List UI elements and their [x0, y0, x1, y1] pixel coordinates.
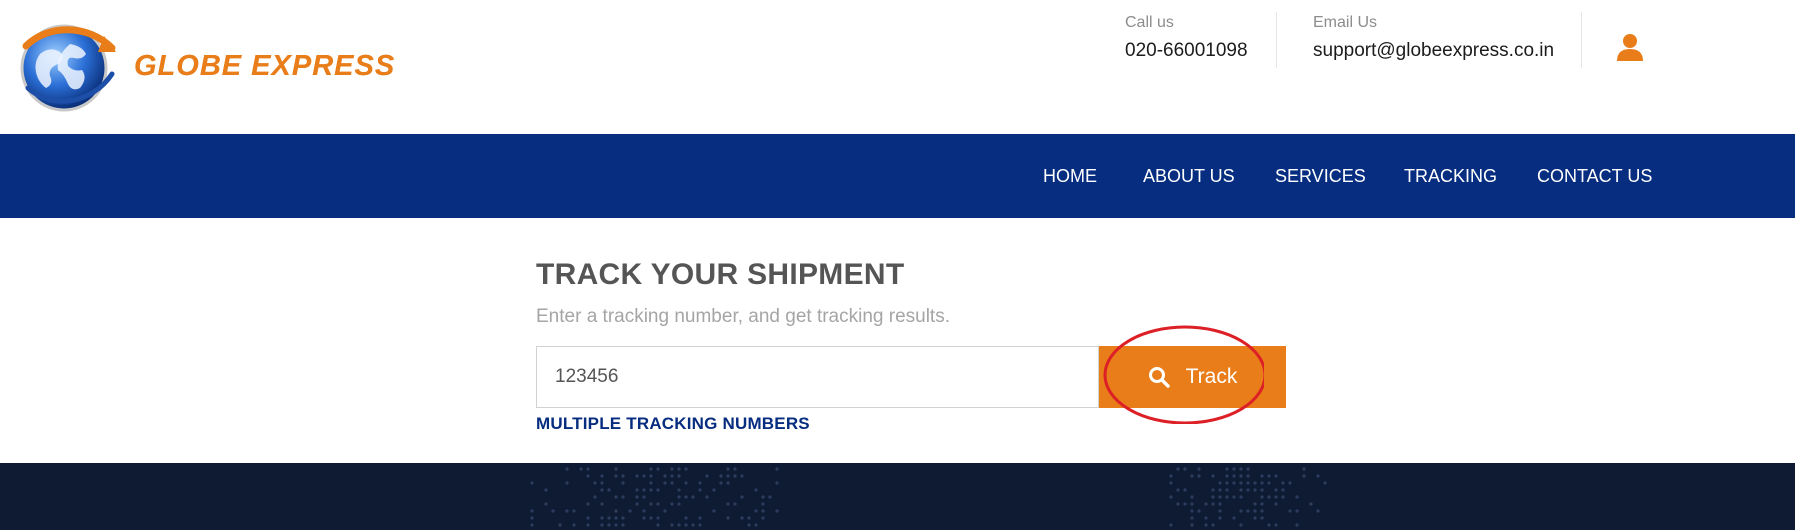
main-nav: HOME ABOUT US SERVICES TRACKING CONTACT …	[0, 134, 1795, 218]
brand-name: GLOBE EXPRESS	[134, 50, 395, 83]
nav-contact-us[interactable]: CONTACT US	[1537, 134, 1652, 218]
nav-services[interactable]: SERVICES	[1275, 134, 1366, 218]
nav-about-us[interactable]: ABOUT US	[1143, 134, 1235, 218]
header-divider	[1276, 12, 1277, 68]
header-divider	[1581, 12, 1582, 68]
nav-tracking[interactable]: TRACKING	[1404, 134, 1497, 218]
site-header: GLOBE EXPRESS Call us 020-66001098 Email…	[0, 0, 1795, 134]
dotted-globe-pattern	[0, 463, 1795, 530]
user-icon[interactable]	[1616, 32, 1644, 62]
globe-logo-icon	[18, 18, 118, 114]
track-button-label: Track	[1186, 365, 1238, 389]
footer-band	[0, 463, 1795, 530]
track-button[interactable]: Track	[1099, 346, 1286, 408]
email-address[interactable]: support@globeexpress.co.in	[1313, 36, 1573, 66]
call-us-block: Call us 020-66001098	[1125, 12, 1265, 70]
site-logo[interactable]: GLOBE EXPRESS	[18, 18, 438, 114]
email-us-block: Email Us support@globeexpress.co.in	[1313, 12, 1573, 70]
multiple-tracking-link[interactable]: MULTIPLE TRACKING NUMBERS	[536, 414, 810, 434]
tracking-number-input[interactable]	[536, 346, 1099, 408]
nav-home[interactable]: HOME	[1043, 134, 1097, 218]
search-icon	[1148, 366, 1170, 388]
track-subtitle: Enter a tracking number, and get trackin…	[536, 306, 950, 328]
email-us-label: Email Us	[1313, 12, 1573, 34]
phone-number[interactable]: 020-66001098	[1125, 36, 1265, 66]
track-title: TRACK YOUR SHIPMENT	[536, 258, 905, 292]
call-us-label: Call us	[1125, 12, 1265, 34]
